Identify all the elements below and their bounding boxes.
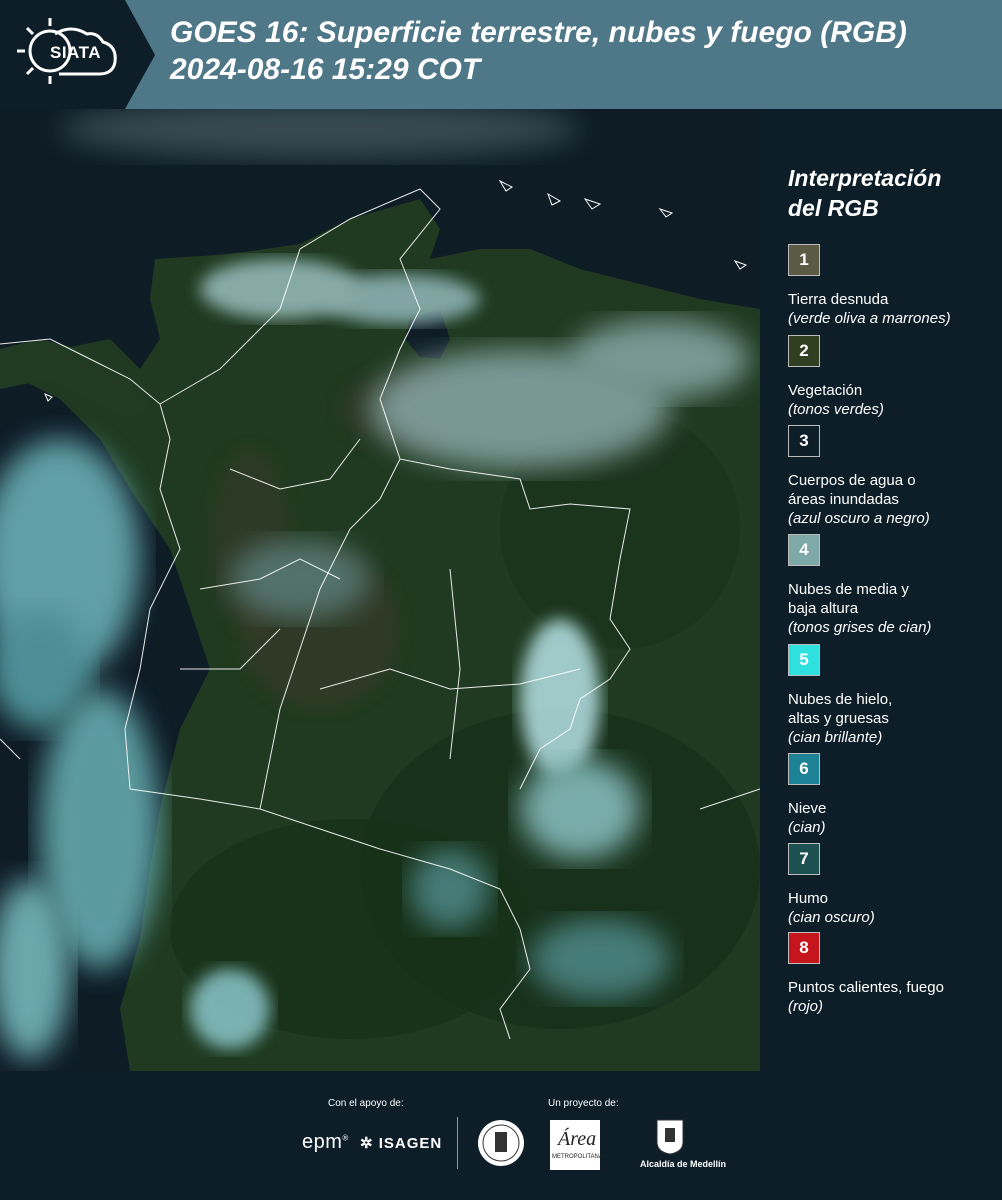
isagen-logo-text: ISAGEN	[378, 1135, 443, 1152]
legend-sub: (cian oscuro)	[788, 909, 875, 926]
alcaldia-logo	[640, 1118, 700, 1161]
legend-item: 2 Vegetación (tonos verdes)	[788, 335, 998, 419]
legend-label-line: Tierra desnuda	[788, 291, 889, 308]
legend-number: 3	[799, 431, 809, 450]
legend-label: Cuerpos de agua o áreas inundadas	[788, 471, 998, 509]
legend-swatch: 1	[788, 244, 820, 276]
legend-swatch: 4	[788, 534, 820, 566]
legend-sub: (cian)	[788, 819, 826, 836]
alcaldia-name: Alcaldía de Medellín	[640, 1159, 727, 1169]
legend-number: 7	[799, 849, 809, 868]
legend-swatch: 6	[788, 753, 820, 785]
area-logo-text: Área	[558, 1128, 597, 1150]
support-label: Con el apoyo de:	[328, 1098, 404, 1109]
legend-sub: (rojo)	[788, 998, 824, 1015]
legend-label-line: Vegetación	[788, 382, 863, 399]
legend-number: 8	[799, 938, 809, 957]
legend-label: Nubes de hielo, altas y gruesas	[788, 690, 998, 728]
legend-item: 7 Humo (cian oscuro)	[788, 843, 998, 927]
isagen-icon: ✲	[360, 1135, 374, 1152]
isagen-logo: ✲ ISAGEN	[360, 1134, 442, 1152]
legend-label: Puntos calientes, fuego	[788, 978, 998, 997]
legend-label-line: áreas inundadas	[788, 491, 899, 508]
legend-title-line-1: Interpretación	[788, 165, 942, 191]
legend-label: Nubes de media y baja altura	[788, 580, 998, 618]
legend-item: 5 Nubes de hielo, altas y gruesas (cian …	[788, 644, 998, 747]
area-logo-sub: METROPOLITANA	[552, 1154, 603, 1160]
legend-item: 8 Puntos calientes, fuego (rojo)	[788, 932, 998, 1016]
legend-label: Vegetación	[788, 381, 998, 400]
legend-label: Nieve	[788, 799, 998, 818]
legend-swatch: 5	[788, 644, 820, 676]
epm-logo: epm®	[302, 1131, 349, 1153]
legend-item: 4 Nubes de media y baja altura (tonos gr…	[788, 534, 998, 637]
legend-swatch: 8	[788, 932, 820, 964]
area-metropolitana-logo: Área METROPOLITANA	[550, 1120, 603, 1170]
legend-sub: (cian brillante)	[788, 729, 883, 746]
legend-number: 5	[799, 650, 809, 669]
legend-label: Humo	[788, 889, 998, 908]
project-label: Un proyecto de:	[548, 1098, 619, 1109]
header-bar: SIATA GOES 16: Superficie terrestre, nub…	[0, 0, 1002, 109]
legend-item: 1 Tierra desnuda (verde oliva a marrones…	[788, 244, 998, 328]
legend-label-line: Cuerpos de agua o	[788, 472, 916, 489]
legend-swatch: 7	[788, 843, 820, 875]
legend-label-line: Nieve	[788, 800, 827, 817]
legend-swatch: 3	[788, 425, 820, 457]
legend-sub: (verde oliva a marrones)	[788, 310, 951, 327]
legend-label-line: altas y gruesas	[788, 710, 889, 727]
legend-label-line: Nubes de hielo,	[788, 691, 893, 708]
legend-label-line: Puntos calientes, fuego	[788, 979, 944, 996]
title-line-2: 2024-08-16 15:29 COT	[170, 53, 481, 86]
footer-divider	[457, 1117, 458, 1169]
siata-logo: SIATA	[0, 0, 155, 109]
alcaldia-shield-icon	[656, 1119, 684, 1155]
legend-sub: (azul oscuro a negro)	[788, 510, 930, 527]
legend-sub: (tonos verdes)	[788, 401, 884, 418]
satellite-map	[0, 109, 760, 1071]
siata-logo-text: SIATA	[50, 43, 101, 62]
legend-label: Tierra desnuda	[788, 290, 998, 309]
legend-item: 6 Nieve (cian)	[788, 753, 998, 837]
title-line-1: GOES 16: Superficie terrestre, nubes y f…	[170, 16, 907, 49]
satellite-map-image	[0, 109, 760, 1071]
legend-item: 3 Cuerpos de agua o áreas inundadas (azu…	[788, 425, 998, 528]
legend-number: 1	[799, 250, 809, 269]
legend-label-line: Nubes de media y	[788, 581, 909, 598]
legend-sub: (tonos grises de cian)	[788, 619, 932, 636]
medellin-seal-icon	[478, 1120, 524, 1166]
legend-title-line-2: del RGB	[788, 195, 879, 221]
legend-label-line: baja altura	[788, 600, 859, 617]
legend-label-line: Humo	[788, 890, 829, 907]
legend-number: 4	[799, 540, 809, 559]
legend-number: 2	[799, 341, 809, 360]
legend-number: 6	[799, 759, 809, 778]
legend-title: Interpretación del RGB	[788, 163, 941, 223]
footer: Con el apoyo de: Un proyecto de: epm® ✲ …	[0, 1071, 1002, 1200]
legend-panel: Interpretación del RGB 1 Tierra desnuda …	[760, 109, 1002, 1071]
epm-logo-text: epm	[302, 1131, 343, 1153]
legend-swatch: 2	[788, 335, 820, 367]
page-title: GOES 16: Superficie terrestre, nubes y f…	[170, 14, 1000, 88]
